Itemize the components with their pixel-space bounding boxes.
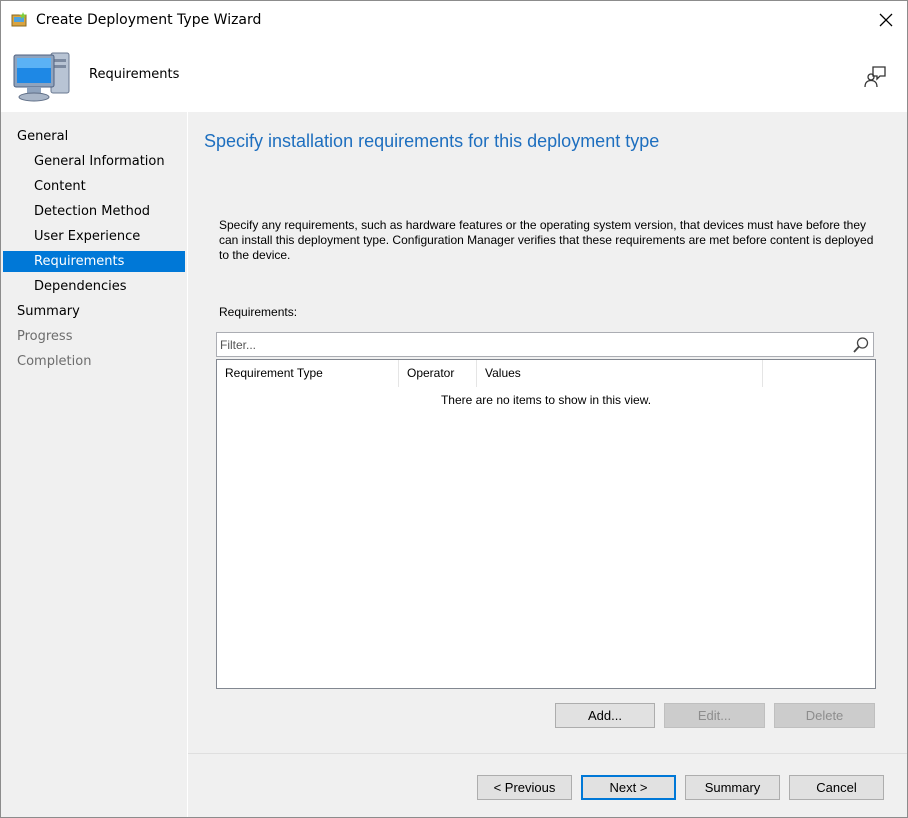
- help-person-icon[interactable]: [863, 63, 889, 89]
- search-icon[interactable]: [852, 336, 870, 354]
- requirements-table[interactable]: Requirement Type Operator Values There a…: [216, 359, 876, 689]
- column-header-operator[interactable]: Operator: [399, 360, 477, 387]
- requirements-label: Requirements:: [219, 305, 298, 319]
- column-header-requirement-type[interactable]: Requirement Type: [217, 360, 399, 387]
- wizard-app-icon: [11, 12, 27, 27]
- nav-item-user-experience[interactable]: User Experience: [3, 226, 185, 247]
- nav-item-completion: Completion: [17, 354, 92, 369]
- cancel-button[interactable]: Cancel: [789, 775, 884, 800]
- previous-button[interactable]: < Previous: [477, 775, 572, 800]
- window-title: Create Deployment Type Wizard: [36, 12, 262, 28]
- summary-button[interactable]: Summary: [685, 775, 780, 800]
- header-page-title: Requirements: [89, 67, 180, 82]
- filter-input[interactable]: [220, 336, 840, 353]
- page-heading: Specify installation requirements for th…: [204, 131, 660, 151]
- computer-icon: [13, 52, 70, 102]
- nav-item-progress: Progress: [17, 329, 73, 344]
- wizard-window: Create Deployment Type Wizard Requiremen…: [0, 0, 908, 818]
- nav-item-dependencies[interactable]: Dependencies: [3, 276, 185, 297]
- edit-button: Edit...: [664, 703, 765, 728]
- nav-item-general[interactable]: General: [3, 126, 185, 147]
- nav-item-detection-method[interactable]: Detection Method: [3, 201, 185, 222]
- delete-button: Delete: [774, 703, 875, 728]
- close-button[interactable]: [865, 1, 907, 39]
- title-bar: Create Deployment Type Wizard: [1, 1, 907, 39]
- filter-box: [216, 332, 874, 357]
- nav-item-requirements[interactable]: Requirements: [3, 251, 185, 272]
- page-description: Specify any requirements, such as hardwa…: [219, 218, 874, 262]
- nav-item-content[interactable]: Content: [3, 176, 185, 197]
- wizard-content-panel: Specify installation requirements for th…: [188, 112, 907, 753]
- empty-table-message: There are no items to show in this view.: [440, 393, 652, 407]
- add-button[interactable]: Add...: [555, 703, 655, 728]
- wizard-header: Requirements: [1, 39, 907, 112]
- nav-item-summary[interactable]: Summary: [3, 301, 185, 322]
- nav-item-general-information[interactable]: General Information: [3, 151, 185, 172]
- column-header-values[interactable]: Values: [477, 360, 763, 387]
- close-icon: [879, 13, 893, 27]
- wizard-nav-sidebar: General General Information Content Dete…: [1, 112, 187, 817]
- next-button[interactable]: Next >: [581, 775, 676, 800]
- wizard-footer: < Previous Next > Summary Cancel: [188, 753, 907, 817]
